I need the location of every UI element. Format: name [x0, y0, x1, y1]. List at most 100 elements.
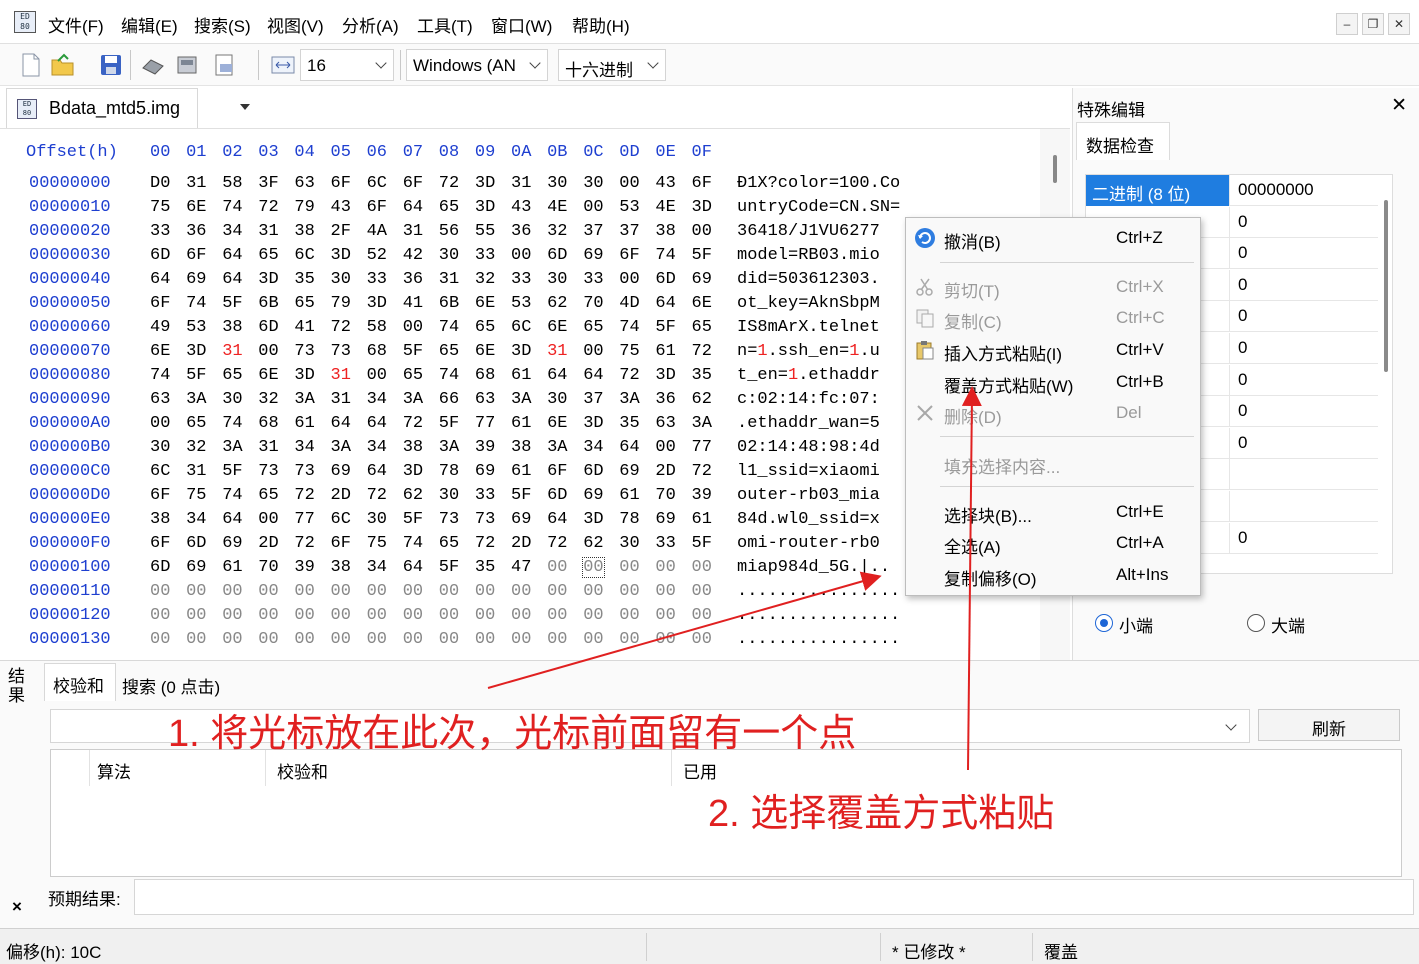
hex-byte[interactable]: 75: [619, 342, 639, 361]
row-text[interactable]: c:02:14:fc:07:: [737, 390, 880, 409]
hex-byte[interactable]: 77: [475, 414, 495, 433]
hex-byte[interactable]: 58: [222, 174, 242, 193]
hex-byte[interactable]: 00: [619, 606, 639, 625]
hex-byte[interactable]: 63: [655, 414, 675, 433]
hex-byte[interactable]: 61: [619, 486, 639, 505]
hex-byte[interactable]: 34: [367, 438, 387, 457]
hex-byte[interactable]: 33: [475, 486, 495, 505]
hex-byte[interactable]: 64: [367, 414, 387, 433]
hex-byte[interactable]: 6C: [294, 246, 314, 265]
hex-byte[interactable]: 5F: [692, 534, 712, 553]
hex-row[interactable]: 00000040 64 69 64 3D 35 30 33 36 31 32 33 30 33 00 6D 69…: [0, 270, 1040, 294]
hex-byte[interactable]: 34: [367, 390, 387, 409]
hex-byte[interactable]: 00: [186, 582, 206, 601]
hex-byte[interactable]: 69: [619, 462, 639, 481]
hex-byte[interactable]: 3A: [511, 390, 531, 409]
hex-byte[interactable]: 31: [331, 390, 351, 409]
row-text[interactable]: outer-rb03_mia: [737, 486, 880, 505]
hex-byte[interactable]: 00: [655, 606, 675, 625]
row-text[interactable]: 84d.wl0_ssid=x: [737, 510, 880, 529]
row-text[interactable]: ................: [737, 606, 900, 625]
hex-byte[interactable]: 00: [619, 174, 639, 193]
bytes-per-row-select[interactable]: 16: [300, 49, 394, 81]
hex-byte[interactable]: 3D: [403, 462, 423, 481]
hex-byte[interactable]: 6E: [150, 342, 170, 361]
disk-icon[interactable]: [140, 52, 166, 78]
hex-byte[interactable]: 3A: [331, 438, 351, 457]
hex-byte[interactable]: 6F: [150, 486, 170, 505]
hex-byte[interactable]: 00: [331, 606, 351, 625]
hex-byte[interactable]: 30: [367, 510, 387, 529]
hex-byte[interactable]: 53: [511, 294, 531, 313]
hex-byte[interactable]: 38: [403, 438, 423, 457]
hex-byte[interactable]: 00: [150, 630, 170, 649]
hex-byte[interactable]: 34: [294, 438, 314, 457]
hex-byte[interactable]: 64: [619, 438, 639, 457]
hex-byte[interactable]: 31: [258, 222, 278, 241]
close-icon[interactable]: ✕: [1391, 94, 1407, 117]
row-text[interactable]: ................: [737, 582, 900, 601]
hex-byte[interactable]: 2D: [655, 462, 675, 481]
hex-byte[interactable]: 00: [150, 414, 170, 433]
hex-byte[interactable]: 31: [222, 342, 242, 361]
hex-byte[interactable]: 3D: [583, 414, 603, 433]
row-text[interactable]: untryCode=CN.SN=: [737, 198, 900, 217]
hex-byte[interactable]: 6D: [258, 318, 278, 337]
hex-row[interactable]: 000000C0 6C 31 5F 73 73 69 64 3D 78 69 61 6F 6D 69 2D 72…: [0, 462, 1040, 486]
hex-byte[interactable]: 75: [150, 198, 170, 217]
hex-byte[interactable]: 74: [222, 198, 242, 217]
column-header-used[interactable]: 已用: [683, 758, 717, 783]
hex-byte[interactable]: 30: [439, 486, 459, 505]
hex-byte[interactable]: 72: [403, 414, 423, 433]
row-text[interactable]: model=RB03.mio: [737, 246, 880, 265]
hex-byte[interactable]: 65: [222, 366, 242, 385]
hex-byte[interactable]: 30: [547, 174, 567, 193]
hex-byte[interactable]: 5F: [222, 294, 242, 313]
hex-byte[interactable]: 68: [258, 414, 278, 433]
hex-byte[interactable]: 62: [692, 390, 712, 409]
hex-byte[interactable]: 65: [439, 342, 459, 361]
hex-byte[interactable]: 70: [583, 294, 603, 313]
hex-byte[interactable]: 61: [294, 414, 314, 433]
hex-byte[interactable]: 3A: [294, 390, 314, 409]
hex-byte[interactable]: 00: [258, 342, 278, 361]
hex-byte[interactable]: 3D: [475, 198, 495, 217]
hex-byte[interactable]: 3D: [294, 366, 314, 385]
hex-byte[interactable]: 00: [692, 606, 712, 625]
hex-byte[interactable]: 36: [403, 270, 423, 289]
hex-byte[interactable]: 69: [186, 558, 206, 577]
hex-byte[interactable]: 36: [186, 222, 206, 241]
hex-byte[interactable]: 34: [367, 558, 387, 577]
hex-byte[interactable]: 43: [655, 174, 675, 193]
hex-byte[interactable]: 33: [367, 270, 387, 289]
hex-byte[interactable]: 61: [511, 414, 531, 433]
hex-byte[interactable]: 37: [583, 222, 603, 241]
hex-byte[interactable]: 75: [367, 534, 387, 553]
context-menu-item[interactable]: 填充选择内容...: [906, 448, 1200, 478]
hex-byte[interactable]: 64: [583, 366, 603, 385]
hex-byte[interactable]: 6F: [331, 174, 351, 193]
hex-byte[interactable]: 65: [258, 246, 278, 265]
hex-byte[interactable]: 74: [186, 294, 206, 313]
hex-byte[interactable]: 6F: [150, 294, 170, 313]
row-text[interactable]: Đ1X?color=100.Co: [737, 174, 900, 193]
hex-byte[interactable]: 3A: [403, 390, 423, 409]
hex-byte[interactable]: 73: [331, 342, 351, 361]
hex-byte[interactable]: 6D: [547, 486, 567, 505]
hex-byte[interactable]: 00: [331, 582, 351, 601]
row-text[interactable]: ................: [737, 630, 900, 649]
expected-result-input[interactable]: [134, 879, 1414, 915]
hex-byte[interactable]: 2D: [258, 534, 278, 553]
hex-row[interactable]: 00000090 63 3A 30 32 3A 31 34 3A 66 63 3A 30 37 3A 36 62…: [0, 390, 1040, 414]
hex-byte[interactable]: 00: [439, 582, 459, 601]
hex-byte[interactable]: 00: [619, 270, 639, 289]
hex-byte[interactable]: 72: [294, 534, 314, 553]
hex-byte[interactable]: 31: [258, 438, 278, 457]
hex-byte[interactable]: 72: [367, 486, 387, 505]
hex-byte[interactable]: 41: [294, 318, 314, 337]
hex-byte[interactable]: 3D: [475, 174, 495, 193]
hex-row[interactable]: 000000A0 00 65 74 68 61 64 64 72 5F 77 61 6E 3D 35 63 3A…: [0, 414, 1040, 438]
hex-byte[interactable]: 00: [294, 630, 314, 649]
context-menu-item[interactable]: 全选(A) Ctrl+A: [906, 528, 1200, 558]
hex-byte[interactable]: 37: [619, 222, 639, 241]
